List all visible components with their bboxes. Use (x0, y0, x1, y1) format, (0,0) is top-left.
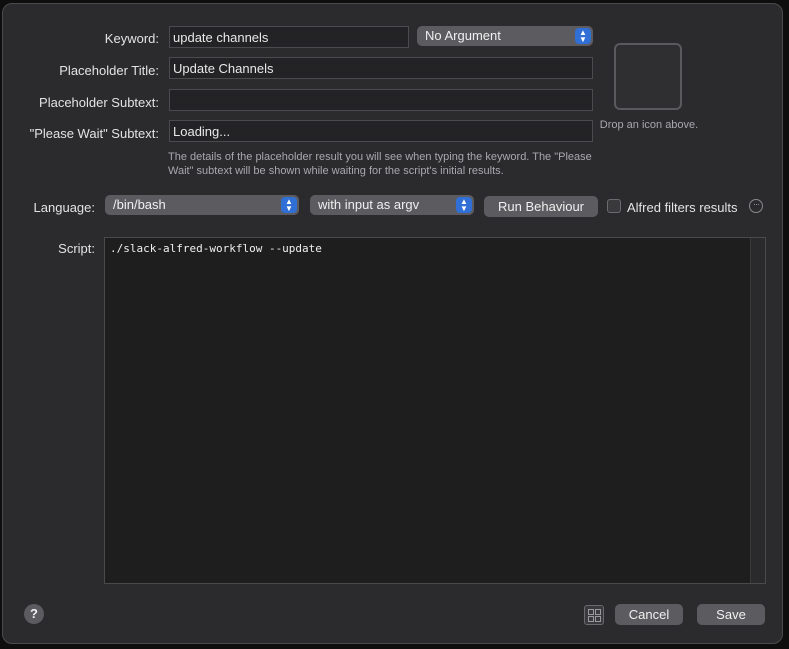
keyword-label: Keyword: (104, 31, 159, 46)
alfred-filters-label: Alfred filters results (627, 200, 738, 215)
script-content: ./slack-alfred-workflow --update (110, 242, 322, 255)
placeholder-help-text: The details of the placeholder result yo… (168, 151, 592, 177)
script-editor[interactable]: ./slack-alfred-workflow --update (104, 237, 766, 584)
grid-icon[interactable] (584, 605, 604, 625)
input-mode-select[interactable]: with input as argv ▲ ▼ (310, 195, 474, 215)
argument-select-value: No Argument (425, 28, 501, 43)
more-options-icon[interactable]: ··· (749, 199, 763, 213)
chevron-up-down-icon: ▲ ▼ (575, 28, 591, 44)
icon-drop-caption: Drop an icon above. (599, 119, 699, 131)
placeholder-subtext-label: Placeholder Subtext: (39, 95, 159, 110)
run-behaviour-button[interactable]: Run Behaviour (484, 196, 598, 217)
help-button[interactable]: ? (24, 604, 44, 624)
please-wait-input[interactable]: Loading... (169, 120, 593, 142)
please-wait-label: "Please Wait" Subtext: (29, 126, 159, 141)
alfred-filters-checkbox[interactable] (607, 199, 621, 213)
placeholder-title-input[interactable]: Update Channels (169, 57, 593, 79)
language-select-value: /bin/bash (113, 197, 166, 212)
placeholder-title-label: Placeholder Title: (59, 63, 159, 78)
cancel-button[interactable]: Cancel (615, 604, 683, 625)
save-button[interactable]: Save (697, 604, 765, 625)
icon-drop-well[interactable] (614, 43, 682, 110)
language-label: Language: (33, 200, 95, 215)
argument-select[interactable]: No Argument ▲ ▼ (417, 26, 593, 46)
input-mode-select-value: with input as argv (318, 197, 420, 212)
script-filter-dialog: Keyword: update channels No Argument ▲ ▼ … (2, 3, 783, 644)
placeholder-subtext-input[interactable] (169, 89, 593, 111)
script-scrollbar[interactable] (750, 238, 765, 583)
chevron-up-down-icon: ▲ ▼ (281, 197, 297, 213)
language-select[interactable]: /bin/bash ▲ ▼ (105, 195, 299, 215)
chevron-up-down-icon: ▲ ▼ (456, 197, 472, 213)
keyword-input[interactable]: update channels (169, 26, 409, 48)
script-label: Script: (58, 241, 95, 256)
